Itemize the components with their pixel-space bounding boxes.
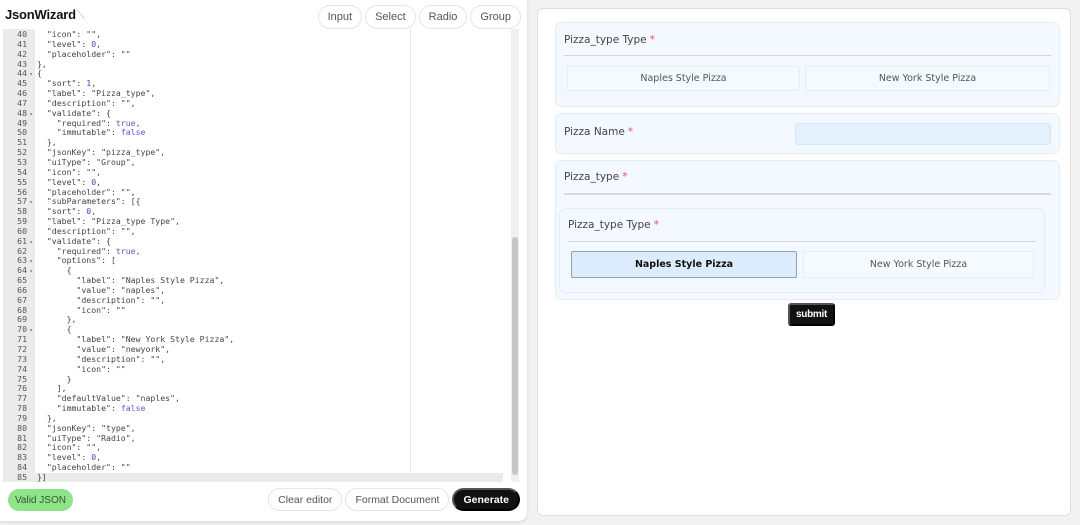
code-text: "sort": 0,	[37, 206, 97, 217]
code-text: "icon": ""	[37, 363, 126, 374]
code-line[interactable]: 74 "icon": ""	[3, 363, 503, 375]
code-text: ],	[37, 383, 67, 394]
code-text: "description": "",	[37, 97, 136, 108]
code-text: "uiType": "Radio",	[37, 432, 136, 443]
code-text: "level": 0,	[37, 452, 102, 463]
code-line[interactable]: 43},	[3, 58, 503, 70]
field-label: Pizza_type Type *	[564, 34, 655, 46]
field-label: Pizza_type Type *	[568, 219, 659, 231]
code-text: "immutable": false	[37, 127, 146, 138]
code-text: "level": 0,	[37, 176, 102, 187]
code-lines[interactable]: 40 "icon": "", 41 "level": 0, 42 "placehol…	[3, 29, 503, 482]
required-asterisk: *	[627, 126, 634, 138]
code-text: "validate": {	[37, 107, 111, 118]
code-text: {	[37, 265, 72, 276]
code-text: "immutable": false	[37, 403, 146, 414]
code-line[interactable]: 63 ▾ "options": [	[3, 255, 503, 266]
code-line[interactable]: 84 "placeholder": ""	[3, 462, 503, 473]
code-text: "label": "New York Style Pizza",	[37, 334, 235, 345]
magic-wand-icon: ⟍	[76, 8, 86, 22]
code-text: "description": "",	[37, 353, 166, 364]
code-text: "value": "naples",	[37, 284, 166, 295]
pizza-name-input[interactable]	[795, 123, 1051, 145]
code-text: "icon": "",	[37, 29, 102, 39]
code-text: "label": "Pizza_type",	[37, 88, 156, 99]
code-line[interactable]: 42 "placeholder": ""	[3, 48, 503, 60]
radio-option-naples[interactable]: Naples Style Pizza	[567, 66, 800, 91]
form-preview-panel: Pizza_type Type * Naples Style Pizza New …	[537, 8, 1071, 516]
code-text: "placeholder": ""	[37, 462, 131, 473]
code-line[interactable]: 68 "icon": ""	[3, 304, 503, 316]
code-text: "value": "newyork",	[37, 344, 171, 354]
code-text: "jsonKey": "type",	[37, 422, 136, 433]
code-text: "placeholder": "",	[37, 186, 136, 197]
code-text: "icon": "",	[37, 442, 102, 453]
radio-option-newyork[interactable]: New York Style Pizza	[805, 66, 1050, 91]
editor-scrollbar[interactable]	[511, 29, 519, 482]
field-label: Pizza Name *	[564, 126, 634, 138]
code-text: },	[37, 58, 47, 69]
required-asterisk: *	[622, 171, 628, 183]
required-asterisk: *	[649, 34, 655, 46]
code-text: "options": [	[37, 255, 116, 266]
code-line[interactable]: 78 "immutable": false	[3, 403, 503, 414]
code-text: "level": 0,	[37, 38, 102, 49]
group-pizza-type-type: Pizza_type Type * Naples Style Pizza New …	[555, 22, 1060, 107]
code-text: "description": "",	[37, 225, 136, 236]
clear-editor-button[interactable]: Clear editor	[268, 488, 343, 511]
divider	[564, 193, 1051, 195]
field-type-buttons: Input Select Radio Group	[317, 5, 521, 29]
line-number: 85	[17, 471, 27, 482]
radio-option-naples-selected[interactable]: Naples Style Pizza	[571, 251, 797, 278]
code-text: "jsonKey": "pizza_type",	[37, 147, 166, 158]
code-text: "icon": ""	[37, 304, 126, 315]
add-group-button[interactable]: Group	[470, 5, 521, 29]
add-input-button[interactable]: Input	[317, 5, 363, 29]
generate-button[interactable]: Generate	[452, 488, 520, 511]
code-line[interactable]: 75 }	[3, 373, 503, 385]
field-label: Pizza_type *	[564, 171, 628, 183]
code-text: },	[37, 314, 77, 325]
add-select-button[interactable]: Select	[365, 5, 416, 29]
format-document-button[interactable]: Format Document	[345, 488, 450, 511]
code-line[interactable]: 69 },	[3, 315, 503, 325]
code-text: {	[37, 68, 42, 79]
code-text: }]	[37, 471, 47, 482]
code-text: "icon": "",	[37, 166, 102, 177]
code-text: },	[37, 412, 57, 423]
valid-json-badge: Valid JSON	[8, 489, 73, 511]
editor-scrollbar-thumb[interactable]	[512, 237, 518, 475]
code-text: "sort": 1,	[37, 78, 97, 89]
code-line[interactable]: 50 "immutable": false	[3, 128, 503, 138]
subgroup-pizza-type-type: Pizza_type Type * Naples Style Pizza New …	[559, 208, 1045, 293]
code-text: "subParameters": [{	[37, 196, 141, 207]
divider	[568, 241, 1036, 242]
code-text: "required": true,	[37, 245, 141, 256]
json-code-editor[interactable]: 40 "icon": "", 41 "level": 0, 42 "placehol…	[3, 29, 522, 482]
app-title: JsonWizard	[5, 7, 76, 22]
code-text: "required": true,	[37, 117, 141, 128]
editor-panel: JsonWizard⟍ Input Select Radio Group 40 …	[0, 0, 527, 521]
code-text: "label": "Pizza_type Type",	[37, 216, 180, 227]
code-line[interactable]: 85}]	[3, 471, 503, 482]
code-text: }	[37, 373, 72, 384]
divider	[564, 55, 1051, 56]
code-text: {	[37, 324, 72, 335]
code-text: "validate": {	[37, 235, 111, 246]
field-pizza-name: Pizza Name *	[555, 113, 1060, 154]
group-pizza-type: Pizza_type * Pizza_type Type * Naples Styl…	[555, 160, 1060, 300]
radio-option-newyork[interactable]: New York Style Pizza	[803, 251, 1034, 278]
add-radio-button[interactable]: Radio	[418, 5, 468, 29]
submit-button[interactable]: submit	[788, 303, 835, 326]
code-text: "label": "Naples Style Pizza",	[37, 275, 225, 286]
code-text: "defaultValue": "naples",	[37, 393, 180, 404]
required-asterisk: *	[653, 219, 659, 231]
code-text: },	[37, 137, 57, 148]
code-text: "uiType": "Group",	[37, 156, 136, 167]
code-text: "description": "",	[37, 294, 166, 305]
code-text: "placeholder": ""	[37, 48, 131, 59]
app-logo: JsonWizard⟍	[5, 7, 85, 23]
